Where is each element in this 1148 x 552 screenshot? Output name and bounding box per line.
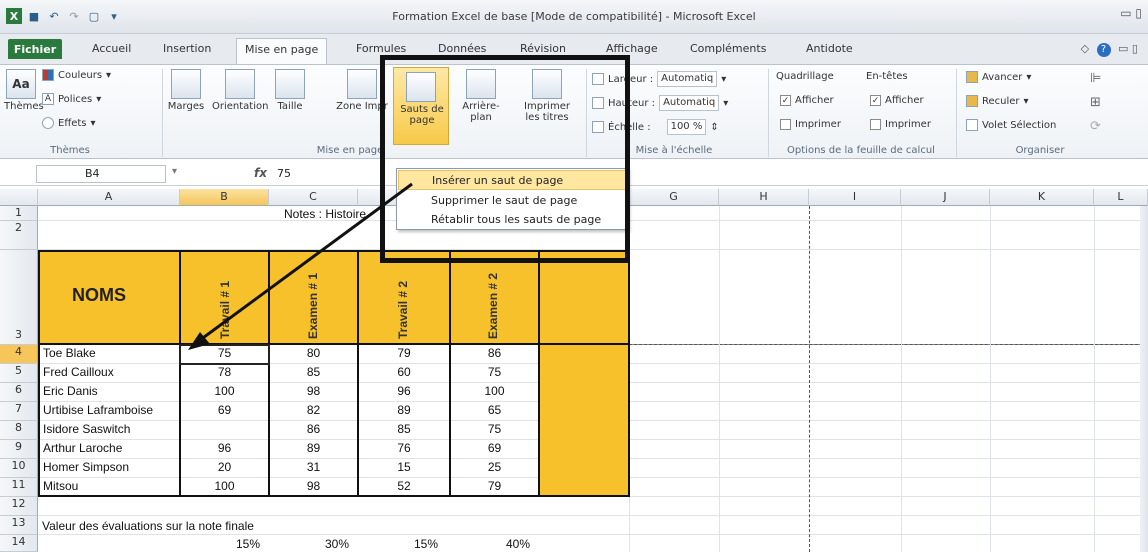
- arrow-line: [195, 182, 413, 345]
- annotation-arrow: [188, 182, 413, 350]
